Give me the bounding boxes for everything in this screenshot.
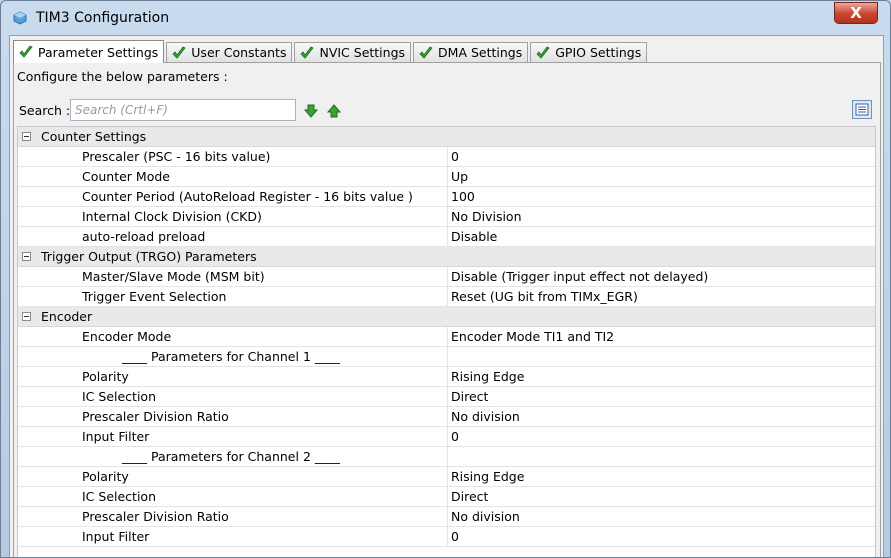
tab-dma-settings[interactable]: DMA Settings [413,42,529,62]
tab-user-constants[interactable]: User Constants [166,42,293,62]
parameter-row[interactable]: Prescaler (PSC - 16 bits value) 0 [18,147,875,167]
tab-gpio-settings[interactable]: GPIO Settings [530,42,648,62]
parameter-value[interactable]: Direct [448,489,488,504]
section-divider-row[interactable]: ____ Parameters for Channel 2 ____ [18,447,875,467]
parameter-name: ____ Parameters for Channel 2 ____ [18,447,448,466]
parameter-name: Prescaler Division Ratio [18,507,448,526]
parameter-name: Prescaler (PSC - 16 bits value) [18,147,448,166]
search-label: Search : [19,103,71,118]
tab-label: GPIO Settings [555,45,642,60]
title-bar[interactable]: TIM3 Configuration X [1,1,890,35]
parameter-name: Counter Period (AutoReload Register - 16… [18,187,448,206]
tab-label: NVIC Settings [319,45,406,60]
parameter-value[interactable]: Disable (Trigger input effect not delaye… [448,269,708,284]
parameter-value[interactable]: Reset (UG bit from TIMx_EGR) [448,289,638,304]
green-arrow-down-icon[interactable] [304,104,318,118]
collapse-icon[interactable] [22,312,31,321]
group-label: Encoder [41,309,93,324]
group-header[interactable]: Trigger Output (TRGO) Parameters [18,247,875,267]
parameter-name: Internal Clock Division (CKD) [18,207,448,226]
parameter-name: ____ Parameters for Channel 1 ____ [18,347,448,366]
parameter-value[interactable]: 0 [448,529,459,544]
collapse-icon[interactable] [22,252,31,261]
parameter-row[interactable]: Prescaler Division Ratio No division [18,407,875,427]
parameter-value[interactable]: Disable [448,229,497,244]
tab-strip: Parameter Settings User Constants NVIC Set… [13,40,649,63]
parameter-value[interactable]: Rising Edge [448,369,524,384]
parameter-row[interactable]: Input Filter 0 [18,527,875,547]
parameter-value[interactable]: 100 [448,189,475,204]
parameter-row[interactable]: Polarity Rising Edge [18,467,875,487]
parameter-row[interactable]: Prescaler Division Ratio No division [18,507,875,527]
tab-nvic-settings[interactable]: NVIC Settings [294,42,412,62]
parameter-name: Encoder Mode [18,327,448,346]
search-row: Search : [19,99,876,123]
tab-label: DMA Settings [438,45,523,60]
list-view-icon [855,103,869,116]
green-arrow-up-icon[interactable] [327,104,341,118]
parameter-value[interactable]: Rising Edge [448,469,524,484]
green-check-icon [300,45,315,59]
config-window: TIM3 Configuration X Parameter Settings U… [0,0,891,558]
parameter-row[interactable]: Internal Clock Division (CKD) No Division [18,207,875,227]
parameter-row[interactable]: Polarity Rising Edge [18,367,875,387]
parameter-value[interactable]: 0 [448,149,459,164]
parameter-row[interactable]: Master/Slave Mode (MSM bit) Disable (Trig… [18,267,875,287]
parameter-value[interactable]: 0 [448,429,459,444]
parameter-name: Input Filter [18,527,448,546]
intro-text: Configure the below parameters : [17,69,228,84]
tab-label: Parameter Settings [38,44,159,60]
parameter-value[interactable]: No Division [448,209,522,224]
parameter-name: Polarity [18,467,448,486]
parameter-name: Prescaler Division Ratio [18,407,448,426]
parameter-row[interactable]: Trigger Event Selection Reset (UG bit fro… [18,287,875,307]
parameter-name: Input Filter [18,427,448,446]
parameter-name: auto-reload preload [18,227,448,246]
parameter-row[interactable]: Counter Period (AutoReload Register - 16… [18,187,875,207]
window-client: Parameter Settings User Constants NVIC Set… [9,35,884,557]
parameter-value[interactable]: No division [448,409,520,424]
parameter-name: Master/Slave Mode (MSM bit) [18,267,448,286]
tab-label: User Constants [191,45,287,60]
tab-parameter-settings[interactable]: Parameter Settings [13,40,165,63]
close-button[interactable]: X [834,2,878,24]
parameter-name: IC Selection [18,487,448,506]
parameter-row[interactable]: Counter Mode Up [18,167,875,187]
group-header[interactable]: Encoder [18,307,875,327]
view-toggle-button[interactable] [852,100,872,119]
green-check-icon [419,45,433,59]
parameter-value[interactable]: Up [448,169,468,184]
section-divider-row[interactable]: ____ Parameters for Channel 1 ____ [18,347,875,367]
parameter-name: Counter Mode [18,167,448,186]
green-check-icon [19,45,33,58]
parameter-row[interactable]: IC Selection Direct [18,487,875,507]
parameter-value[interactable]: Encoder Mode TI1 and TI2 [448,329,614,344]
tab-panel: Configure the below parameters : Search … [13,62,881,557]
green-check-icon [172,45,186,59]
group-header[interactable]: Counter Settings [18,127,875,147]
parameter-row[interactable]: IC Selection Direct [18,387,875,407]
collapse-icon[interactable] [22,132,31,141]
green-check-icon [536,45,550,59]
parameter-row[interactable]: auto-reload preload Disable [18,227,875,247]
parameter-value[interactable]: Direct [448,389,488,404]
parameter-value[interactable]: No division [448,509,520,524]
search-input[interactable] [70,99,296,121]
parameter-row[interactable]: Input Filter 0 [18,427,875,447]
parameter-name: IC Selection [18,387,448,406]
group-label: Trigger Output (TRGO) Parameters [41,249,257,264]
parameter-table: Counter Settings Prescaler (PSC - 16 bits… [17,126,876,557]
group-label: Counter Settings [41,129,147,144]
cube-icon [13,11,27,25]
parameter-name: Polarity [18,367,448,386]
parameter-row[interactable]: Encoder Mode Encoder Mode TI1 and TI2 [18,327,875,347]
parameter-name: Trigger Event Selection [18,287,448,306]
window-title: TIM3 Configuration [36,10,170,26]
